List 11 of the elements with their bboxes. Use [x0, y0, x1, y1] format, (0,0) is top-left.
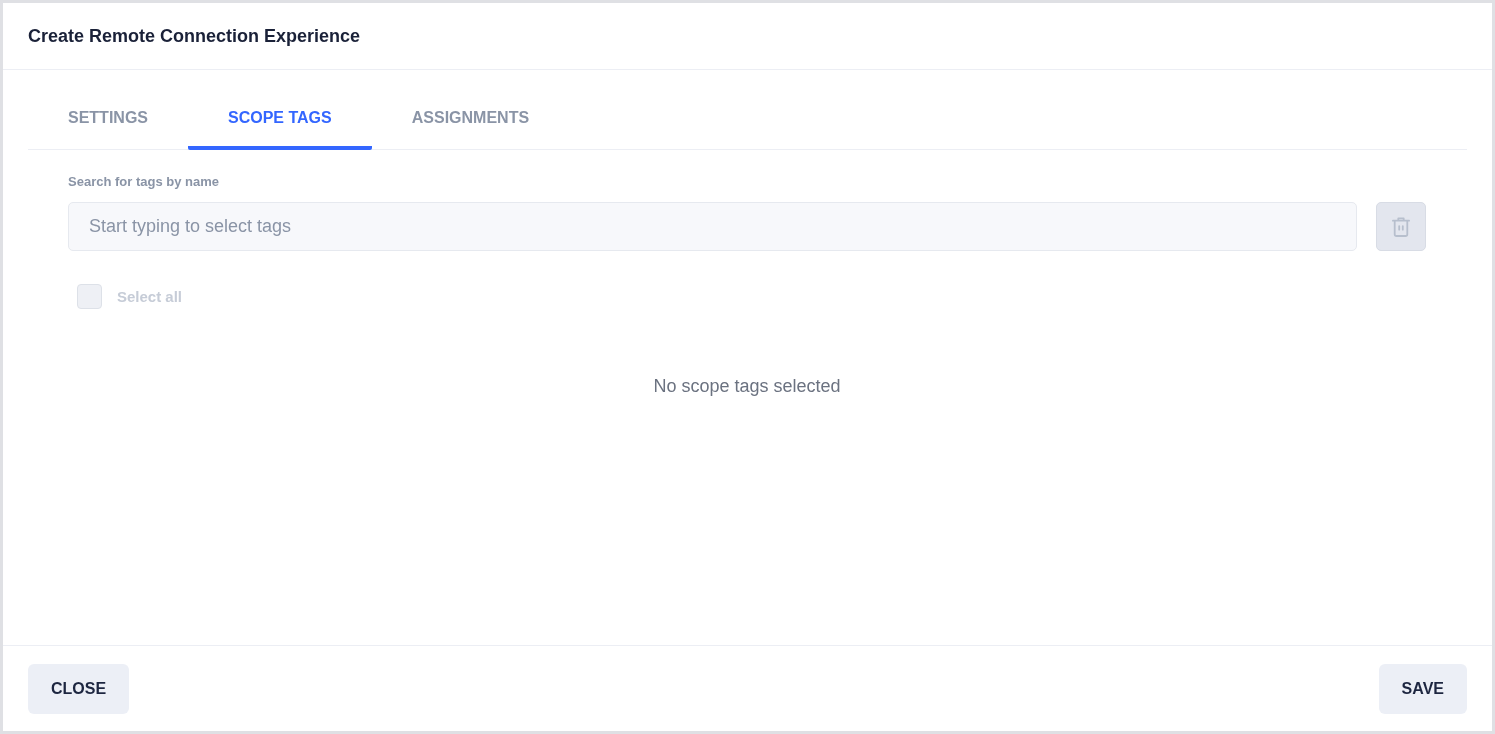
close-button[interactable]: CLOSE	[28, 663, 130, 714]
trash-icon	[1392, 216, 1410, 237]
tab[interactable]: SCOPE TAGS	[188, 87, 372, 150]
select-all-label: Select all	[117, 288, 183, 305]
empty-message: No scope tags selected	[653, 376, 841, 397]
search-field[interactable]: Start typing to select tags	[68, 202, 1357, 251]
save-button[interactable]: SAVE	[1378, 663, 1467, 714]
tab[interactable]: SETTINGS	[28, 87, 188, 150]
search-label: Search for tags by name	[68, 174, 219, 190]
tab[interactable]: ASSIGNMENTS	[371, 87, 570, 150]
dialog-title: Create Remote Connection Experience	[28, 25, 361, 47]
